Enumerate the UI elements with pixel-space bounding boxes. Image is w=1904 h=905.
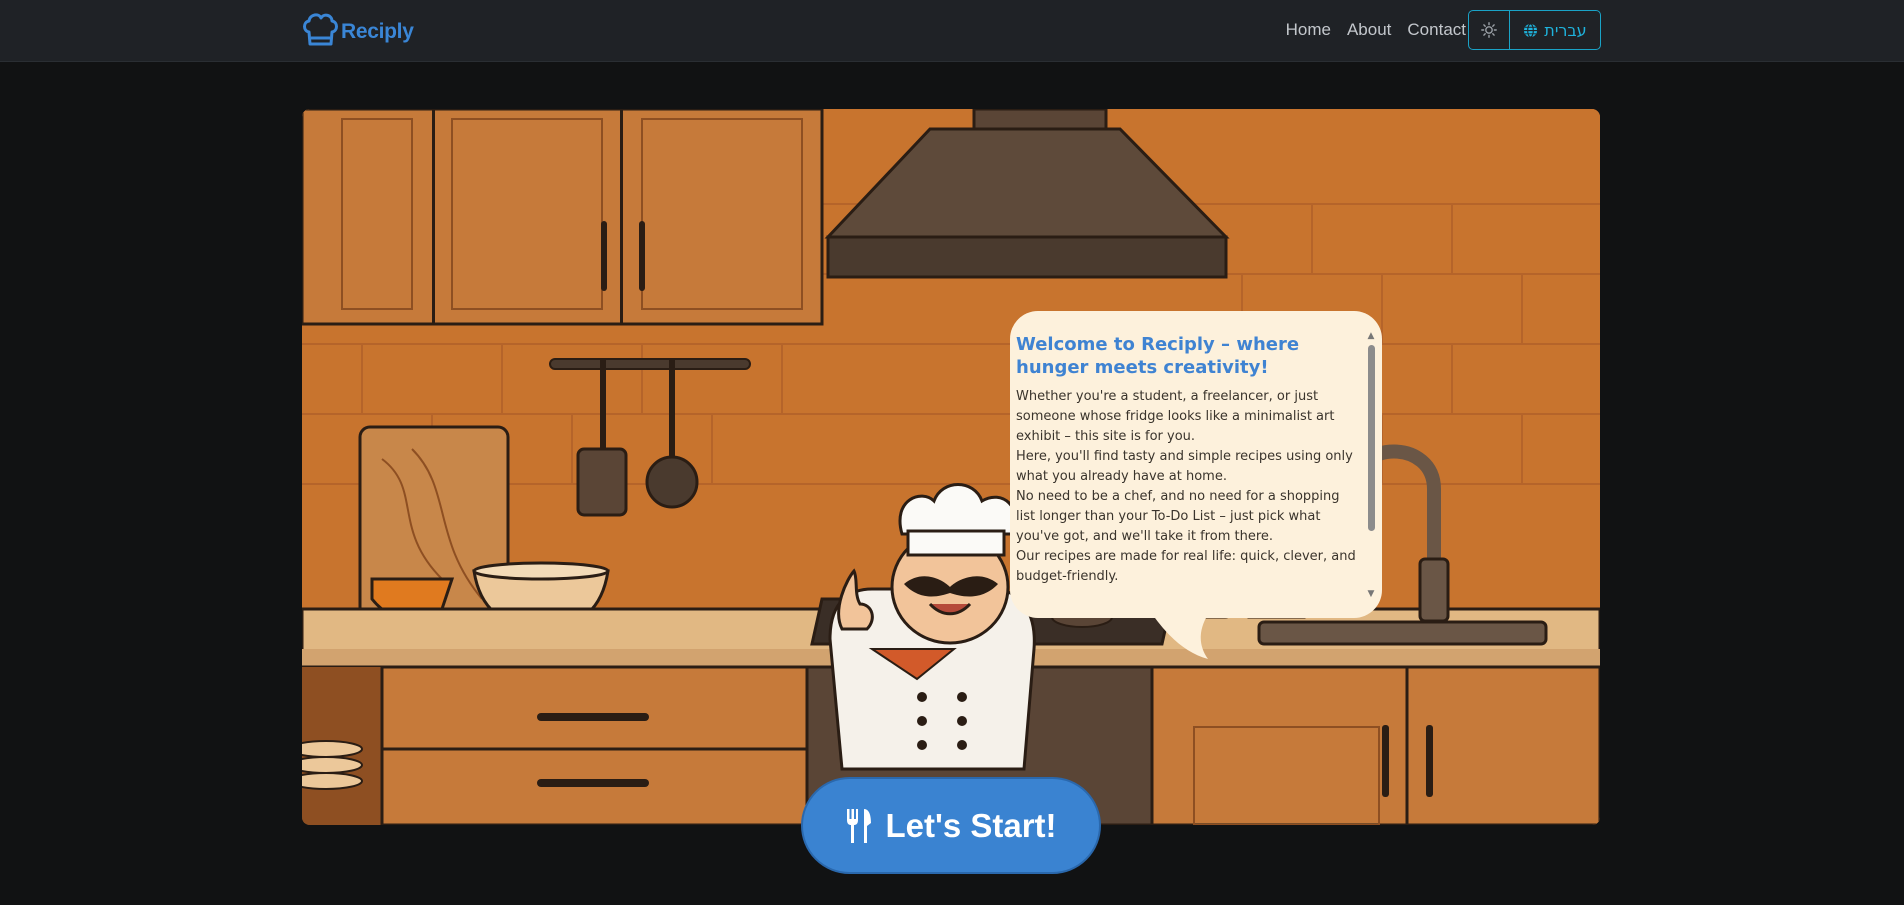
speech-bubble-tail bbox=[1150, 611, 1210, 659]
bubble-scrollbar[interactable]: ▲ ▼ bbox=[1365, 331, 1377, 599]
lets-start-label: Let's Start! bbox=[885, 806, 1057, 844]
theme-toggle-button[interactable] bbox=[1469, 11, 1510, 49]
chef-hat-icon bbox=[303, 13, 338, 46]
intro-paragraph: Our recipes are made for real life: quic… bbox=[1016, 549, 1356, 584]
speech-bubble-content: Welcome to Reciply – where hunger meets … bbox=[1016, 333, 1362, 598]
intro-paragraph: Whether you're a student, a freelancer, … bbox=[1016, 389, 1335, 444]
nav-contact[interactable]: Contact bbox=[1407, 20, 1466, 40]
hero-banner: Welcome to Reciply – where hunger meets … bbox=[302, 109, 1600, 825]
logo[interactable]: Reciply bbox=[301, 10, 414, 48]
intro-paragraph: No need to be a chef, and no need for a … bbox=[1016, 489, 1340, 544]
sun-icon bbox=[1481, 22, 1497, 38]
language-button[interactable]: עברית bbox=[1510, 11, 1600, 49]
nav-links: Home About Contact bbox=[1286, 0, 1466, 60]
lets-start-button[interactable]: Let's Start! bbox=[801, 777, 1101, 874]
header-controls: עברית bbox=[1468, 10, 1601, 50]
scrollbar-thumb[interactable] bbox=[1368, 345, 1375, 531]
brand-name: Reciply bbox=[341, 20, 414, 43]
nav-home[interactable]: Home bbox=[1286, 20, 1331, 40]
globe-icon bbox=[1524, 22, 1538, 38]
utensils-icon bbox=[847, 808, 872, 843]
scroll-down-icon[interactable]: ▼ bbox=[1366, 589, 1376, 599]
nav-about[interactable]: About bbox=[1347, 20, 1391, 40]
welcome-title: Welcome to Reciply – where hunger meets … bbox=[1016, 334, 1300, 378]
speech-bubble[interactable]: Welcome to Reciply – where hunger meets … bbox=[1010, 311, 1382, 659]
navbar: Reciply Home About Contact עברית bbox=[0, 0, 1904, 62]
language-label: עברית bbox=[1544, 20, 1587, 40]
kitchen-illustration bbox=[302, 109, 1600, 825]
scroll-up-icon[interactable]: ▲ bbox=[1366, 331, 1376, 341]
intro-paragraph: Here, you'll find tasty and simple recip… bbox=[1016, 449, 1353, 484]
